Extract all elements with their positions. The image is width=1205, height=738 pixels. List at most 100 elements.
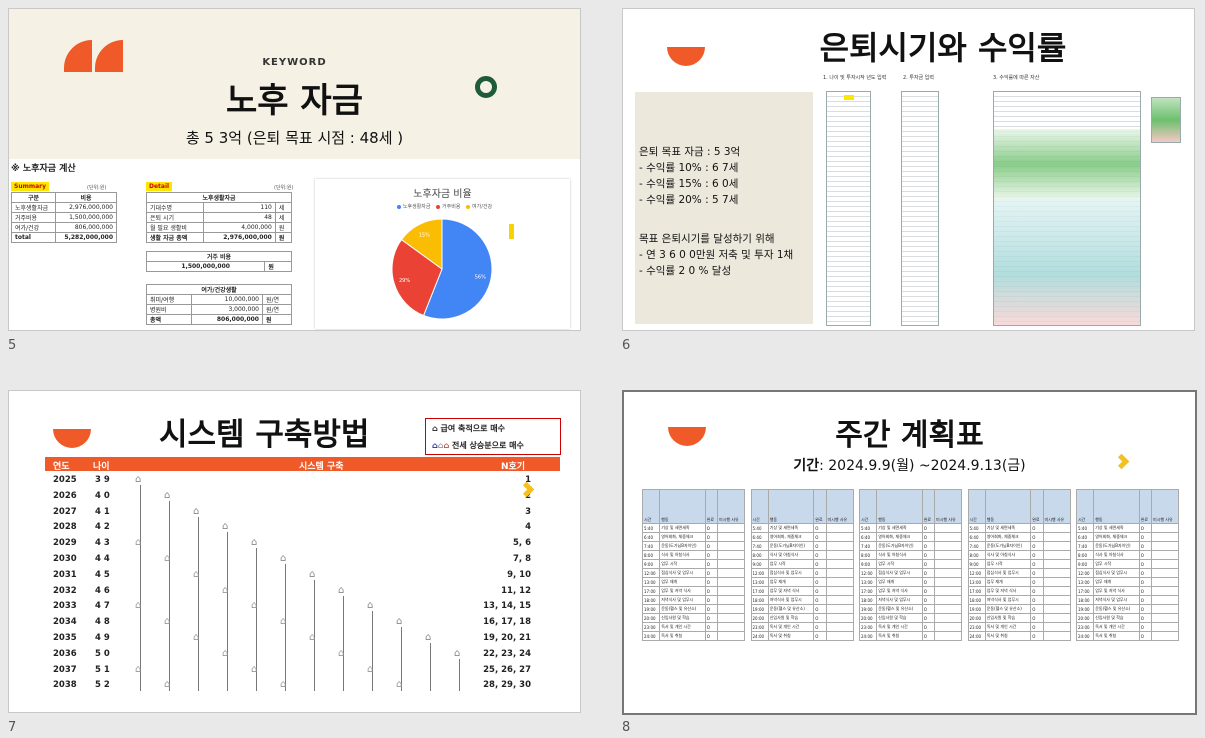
row-age: 4 3 [95,538,110,549]
house-icon: ⌂ [164,553,171,564]
row-year: 2036 [53,648,77,659]
house-icon: ⌂ [251,600,258,612]
col-unit-header: N호기 [501,462,526,472]
house-icon: ⌂ [164,489,171,501]
row-unit-number: 4 [525,522,531,533]
row-year: 2027 [53,506,77,517]
detail-label: Detail [146,182,173,191]
row-year: 2032 [53,585,77,596]
pie-chart-card: 노후자금 비율 노후생활자금 거주비용 여가/건강 56% 29% 15% [315,179,570,329]
table-header-bar: 연도 나이 시스템 구축 N호기 [45,457,560,472]
slide-7-thumbnail[interactable]: 시스템 구축방법 ⌂ 급여 축적으로 매수 ⌂⌂⌂ 전세 상승분으로 매수 연도… [8,390,581,713]
panel-line: - 수익률 20% : 5 7세 [639,194,739,206]
row-age: 4 2 [95,522,110,533]
house-icon: ⌂ [164,679,171,691]
slide-title: 은퇴시기와 수익률 [819,29,1067,67]
row-year: 2028 [53,522,77,533]
house-outline-icon: ⌂ [432,424,438,433]
row-unit-number: 5, 6 [512,538,531,549]
row-unit-number: 2 [525,490,531,501]
summary-table: 구분 비용 노후생활자금 2,976,000,000 거주비용 1,500,000,0… [10,192,117,243]
house-icon: ⌂ [135,537,142,549]
timeline-line [198,516,199,691]
row-age: 4 7 [95,601,110,612]
day-schedule-table: 시간 행동 완료 미시행 사유 5:40 기상 및 세면세족 O 6:40 영어회화, 체중체크… [1075,489,1179,641]
living-cost-table: 노후생활자금 기대수명 110 세 은퇴 시기 48 세 월 필요 생활비 4,000,0… [145,192,293,243]
detail-unit: (단위:원) [274,185,294,191]
house-icon: ⌂ [222,521,229,533]
house-icon: ⌂ [193,505,200,517]
house-icon: ⌂ [193,632,200,643]
row-year: 2031 [53,569,77,580]
col-year-header: 연도 [53,462,70,472]
summary-unit: (단위:원) [87,185,107,191]
row-unit-number: 9, 10 [507,569,531,580]
house-icon: ⌂ [396,616,403,628]
row-year: 2029 [53,538,77,549]
house-icon: ⌂ [164,616,171,628]
panel-line: - 수익률 2 0 % 달성 [639,265,732,277]
timeline-line [140,485,141,691]
row-unit-number: 1 [525,475,531,485]
row-unit-number: 11, 12 [501,585,531,596]
slide-5-thumbnail[interactable]: KEYWORD 노후 자금 총 5 3억 (은퇴 목표 시점 : 48세 ) ※… [8,8,581,331]
timeline-line [430,643,431,691]
slide-title: 시스템 구축방법 [159,417,370,453]
house-icon: ⌂ [135,663,142,675]
pie-slice-label: 56% [475,274,486,280]
timeline-line [372,611,373,691]
row-age: 4 5 [95,569,110,580]
highlight-cell [844,95,854,100]
table-header: 2. 투자금 입력 [903,75,934,81]
row-age: 4 4 [95,554,110,564]
house-icon: ⌂ [251,537,258,549]
panel-line: - 수익률 15% : 6 0세 [639,178,739,190]
panel-line: - 수익률 10% : 6 7세 [639,162,739,174]
house-icon: ⌂ [193,568,200,580]
color-legend-table [1151,97,1181,143]
col-system-header: 시스템 구축 [299,462,344,472]
legend-box: ⌂ 급여 축적으로 매수 ⌂⌂⌂ 전세 상승분으로 매수 [425,418,561,455]
house-icon: ⌂ [135,600,142,612]
housing-cost-table: 거주 비용 1,500,000,000 원 [145,251,292,272]
panel-line: - 연 3 6 0 0만원 저축 및 투자 1채 [639,249,794,261]
age-year-table [826,91,871,326]
leisure-cost-table: 여가/건강생활 취미/여행 10,000,000 원/연 병원비 3,000,000 원… [146,284,293,325]
timeline-line [285,564,286,691]
day-schedule-table: 시간 행동 완료 미시행 사유 5:40 기상 및 세면세족 O 6:40 영어회화, 체중체크… [750,489,854,641]
row-unit-number: 3 [525,506,531,517]
row-unit-number: 28, 29, 30 [483,680,531,691]
row-unit-number: 25, 26, 27 [483,664,531,675]
house-icon: ⌂ [280,553,287,564]
day-schedule-table: 시간 행동 완료 미시행 사유 5:40 기상 및 세면세족 O 6:40 영어회화, 체중체크… [967,489,1071,641]
row-age: 4 1 [95,506,110,517]
house-icon: ⌂ [280,679,287,691]
house-icon: ⌂ [338,647,345,659]
pie-slice-label: 29% [399,278,410,284]
row-age: 5 0 [95,648,110,659]
house-icon: ⌂ [309,568,316,580]
house-icon: ⌂ [251,663,258,675]
slide-title: 주간 계획표 [835,418,984,453]
ring-decoration-icon [475,76,497,98]
col-age-header: 나이 [93,462,110,472]
half-circle-decoration [53,429,91,448]
timeline-line [343,595,344,691]
section-title: ※ 노후자금 계산 [11,164,76,174]
period-text: 기간: 2024.9.9(월) ~2024.9.13(금) [793,458,1026,474]
slide-6-thumbnail[interactable]: 은퇴시기와 수익률 은퇴 목표 자금 : 5 3억 - 수익률 10% : 6 … [622,8,1195,331]
house-icon: ⌂ [135,474,142,485]
pie-chart: 56% 29% 15% [391,218,493,320]
timeline-line [459,658,460,691]
yellow-marker [509,224,514,239]
house-icon: ⌂ [396,679,403,691]
house-icon: ⌂ [222,647,229,659]
slide-number-7: 7 [8,720,17,735]
house-icon: ⌂ [338,584,345,596]
row-unit-number: 19, 20, 21 [483,633,531,643]
row-age: 4 9 [95,633,110,643]
house-icon: ⌂ [367,600,374,612]
investment-table [901,91,939,326]
table-header: 3. 수익률에 따른 자산 [993,75,1040,81]
slide-8-thumbnail[interactable]: 주간 계획표 기간: 2024.9.9(월) ~2024.9.13(금) 시간 행… [622,390,1197,715]
